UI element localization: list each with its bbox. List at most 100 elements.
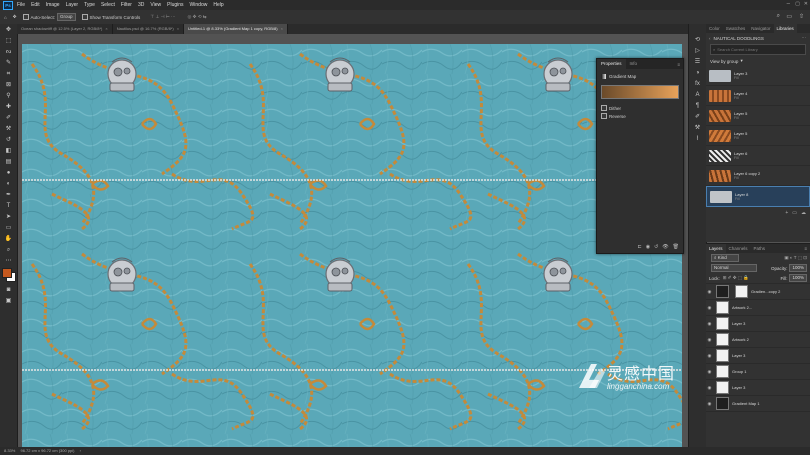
pen-tool-icon[interactable]: ✒ [4, 191, 13, 200]
home-icon[interactable]: ⌂ [4, 15, 7, 20]
clone-stamp-tool-icon[interactable]: ⚒ [4, 125, 13, 134]
tab-info[interactable]: Info [626, 59, 642, 69]
visibility-eye-icon[interactable]: ◉ [706, 337, 713, 343]
tab-color[interactable]: Color [706, 24, 723, 33]
3d-mode-icons[interactable]: ◎ ✥ ⟲ ⇆ [188, 14, 207, 20]
fill-field[interactable]: 100% [789, 274, 807, 282]
view-by-group[interactable]: View by group ▾ [706, 56, 810, 66]
visibility-eye-icon[interactable]: ◉ [706, 289, 713, 295]
visibility-eye-icon[interactable]: ◉ [706, 401, 713, 407]
library-item[interactable]: Layer 5 Fill [706, 126, 810, 146]
reverse-option[interactable]: Reverse [601, 113, 683, 119]
search-icon[interactable]: ⌕ [777, 13, 780, 20]
eyedropper-tool-icon[interactable]: ⚲ [4, 92, 13, 101]
path-select-tool-icon[interactable]: ➤ [4, 213, 13, 222]
styles-icon[interactable]: fx [693, 80, 702, 89]
kind-filter[interactable]: ⌕ Kind [711, 254, 739, 262]
align-icons[interactable]: ⊤ ⊥ ⊣ ⊢ ⋯ [150, 14, 175, 20]
zoom-tool-icon[interactable]: ⌕ [4, 246, 13, 255]
tab-navigator[interactable]: Navigator [748, 24, 773, 33]
type-tool-icon[interactable]: T [4, 202, 13, 211]
tab-ocean-shadow[interactable]: Ocean shadowtiff @ 12.5% (Layer 2, RGB/8… [17, 24, 113, 34]
tab-channels[interactable]: Channels [726, 244, 751, 253]
foreground-color-swatch[interactable] [2, 268, 12, 278]
tab-layers[interactable]: Layers [706, 244, 726, 253]
menu-window[interactable]: Window [190, 2, 208, 8]
reset-icon[interactable]: ↺ [654, 244, 658, 250]
view-previous-icon[interactable]: ◉ [646, 244, 650, 250]
minimize-icon[interactable]: – [787, 1, 790, 7]
panel-menu-icon[interactable]: ≡ [677, 62, 680, 67]
marquee-tool-icon[interactable]: ⬚ [4, 37, 13, 46]
quick-select-tool-icon[interactable]: ✎ [4, 59, 13, 68]
frame-tool-icon[interactable]: ⊠ [4, 81, 13, 90]
layer-row[interactable]: ◉ Artwork 2 [706, 332, 810, 348]
properties-icon[interactable]: ☰ [693, 58, 702, 67]
visibility-eye-icon[interactable]: ◉ [706, 305, 713, 311]
menu-layer[interactable]: Layer [66, 2, 79, 8]
show-transform-checkbox[interactable]: Show Transform Controls [81, 14, 140, 20]
rectangle-tool-icon[interactable]: ▭ [4, 224, 13, 233]
filter-icons[interactable]: ▣ ◐ T ⬚ ⊡ [784, 255, 807, 261]
menu-file[interactable]: File [17, 2, 25, 8]
clone-source-icon[interactable]: ⚒ [693, 124, 702, 133]
paragraph-icon[interactable]: ¶ [693, 102, 702, 111]
auto-select-dropdown[interactable]: Group [57, 13, 76, 21]
library-item[interactable]: Layer 8 Fill [706, 186, 810, 207]
lasso-tool-icon[interactable]: ᔓ [4, 48, 13, 57]
layer-row[interactable]: ◉ Artwork 2... [706, 300, 810, 316]
hand-tool-icon[interactable]: ✋ [4, 235, 13, 244]
tab-libraries[interactable]: Libraries [773, 24, 797, 33]
library-search[interactable]: ⌕ Search Current Library [710, 44, 806, 55]
back-icon[interactable]: ‹ [709, 36, 711, 41]
actions-icon[interactable]: ▷ [693, 47, 702, 56]
maximize-icon[interactable]: ▢ [795, 1, 800, 7]
close-tab-icon[interactable]: × [177, 24, 179, 34]
add-element-icon[interactable]: + [785, 210, 788, 216]
opacity-field[interactable]: 100% [789, 264, 807, 272]
tab-paths[interactable]: Paths [751, 244, 769, 253]
workspace-icon[interactable]: ▭ [786, 13, 792, 20]
share-icon[interactable]: ⇧ [799, 13, 804, 20]
clip-icon[interactable]: ⊏ [638, 244, 642, 250]
layer-row[interactable]: ◉ Gradient Map 1 [706, 396, 810, 412]
dodge-tool-icon[interactable]: ◐ [4, 180, 13, 189]
close-tab-icon[interactable]: × [281, 24, 283, 34]
brushes-icon[interactable]: ✐ [693, 113, 702, 122]
history-brush-tool-icon[interactable]: ↺ [4, 136, 13, 145]
tab-swatches[interactable]: Swatches [723, 24, 749, 33]
adjustments-icon[interactable]: ◑ [693, 69, 702, 78]
quick-mask-icon[interactable]: ◙ [4, 286, 13, 295]
visibility-icon[interactable]: 👁 [662, 244, 668, 250]
tab-untitled-1[interactable]: Untitled-1 @ 8.33% (Gradient Map 1 copy,… [184, 24, 288, 34]
library-item[interactable]: Layer 3 Fill [706, 66, 810, 86]
menu-view[interactable]: View [150, 2, 161, 8]
menu-filter[interactable]: Filter [121, 2, 132, 8]
healing-brush-tool-icon[interactable]: ✚ [4, 103, 13, 112]
library-item[interactable]: Layer 5 Fill [706, 106, 810, 126]
gradient-preview[interactable] [601, 85, 679, 99]
library-menu-icon[interactable]: ⋯ [802, 35, 807, 41]
lock-icons[interactable]: ⊞ ✐ ✥ ⬚ 🔒 [723, 275, 749, 281]
tab-nautilus[interactable]: Nautilus.psd @ 16.7% (RGB/8*) × [113, 24, 185, 34]
blur-tool-icon[interactable]: ● [4, 169, 13, 178]
folder-icon[interactable]: ▭ [792, 210, 797, 216]
layer-row[interactable]: ◉ Gradien...copy 2 [706, 284, 810, 300]
library-item[interactable]: Layer 6 Fill [706, 146, 810, 166]
paths-icon[interactable]: ⌇ [693, 135, 702, 144]
menu-select[interactable]: Select [101, 2, 115, 8]
zoom-level[interactable]: 8.33% [4, 448, 15, 453]
tab-properties[interactable]: Properties [597, 59, 626, 69]
menu-3d[interactable]: 3D [138, 2, 144, 8]
history-icon[interactable]: ⟲ [693, 36, 702, 45]
menu-image[interactable]: Image [46, 2, 60, 8]
move-tool-icon[interactable]: ✥ [13, 14, 17, 20]
crop-tool-icon[interactable]: ⌗ [4, 70, 13, 79]
cloud-icon[interactable]: ☁ [801, 210, 806, 216]
panel-menu-icon[interactable]: ≡ [804, 244, 807, 253]
menu-type[interactable]: Type [84, 2, 95, 8]
menu-plugins[interactable]: Plugins [167, 2, 183, 8]
delete-icon[interactable]: 🗑 [673, 244, 679, 250]
eraser-tool-icon[interactable]: ◧ [4, 147, 13, 156]
layer-row[interactable]: ◉ Layer 3 [706, 316, 810, 332]
